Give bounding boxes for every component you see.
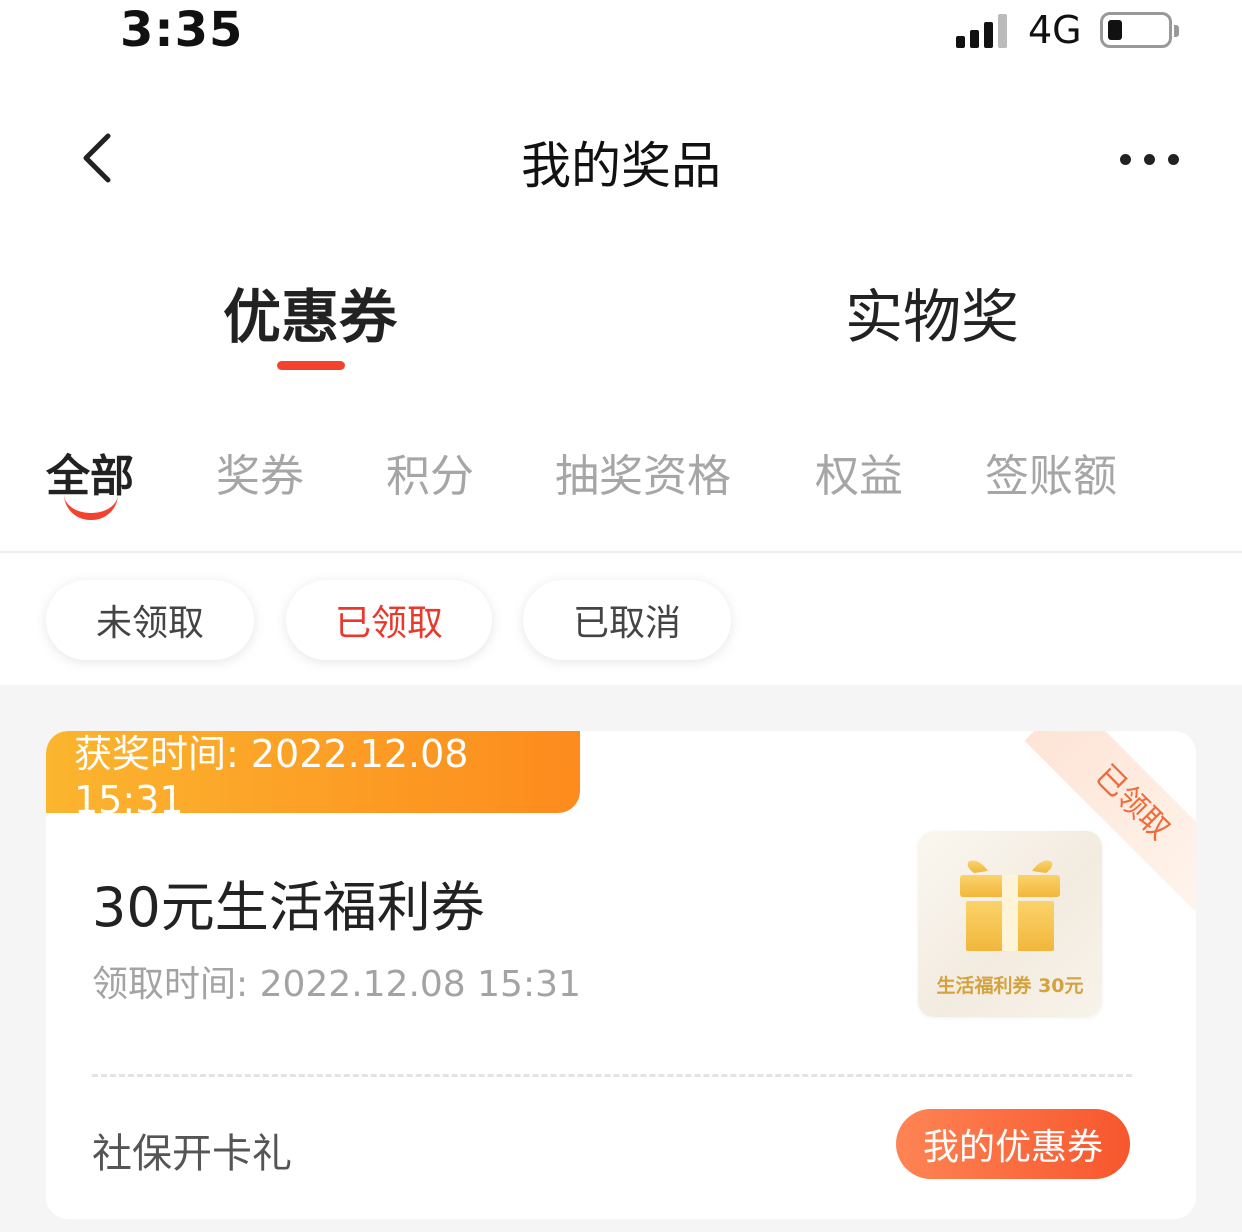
subtab-signing-amount[interactable]: 签账额: [985, 440, 1117, 504]
network-type: 4G: [1028, 8, 1082, 52]
subtab-points[interactable]: 积分: [386, 440, 474, 504]
filter-claimed[interactable]: 已领取: [286, 580, 492, 660]
subtab-tickets[interactable]: 奖券: [216, 440, 304, 504]
tab-physical-prizes[interactable]: 实物奖: [832, 270, 1032, 354]
more-dots-icon[interactable]: [1116, 148, 1182, 172]
filter-unclaimed[interactable]: 未领取: [46, 580, 254, 660]
prize-card[interactable]: 获奖时间: 2022.12.08 15:31 已领取 30元生活福利券 领取时间…: [46, 731, 1196, 1219]
claim-time: 领取时间: 2022.12.08 15:31: [92, 964, 581, 1005]
status-time: 3:35: [120, 2, 244, 58]
prize-source: 社保开卡礼: [92, 1131, 292, 1177]
my-coupons-button[interactable]: 我的优惠券: [896, 1109, 1130, 1179]
dashed-divider: [92, 1074, 1132, 1077]
award-time-banner: 获奖时间: 2022.12.08 15:31: [46, 731, 580, 822]
subtab-lottery[interactable]: 抽奖资格: [555, 440, 731, 504]
subtab-benefits[interactable]: 权益: [815, 440, 903, 504]
prize-name: 30元生活福利券: [92, 876, 485, 939]
active-subtab-indicator: [64, 494, 118, 520]
signal-icon: [956, 12, 1012, 48]
divider: [0, 551, 1242, 553]
active-tab-indicator: [277, 361, 345, 370]
tab-coupons[interactable]: 优惠券: [210, 270, 410, 354]
prize-thumbnail: 生活福利券 30元: [918, 831, 1102, 1017]
page-title: 我的奖品: [521, 137, 721, 195]
filter-cancelled[interactable]: 已取消: [523, 580, 731, 660]
battery-icon: [1100, 12, 1179, 48]
thumbnail-label: 生活福利券 30元: [936, 975, 1084, 997]
